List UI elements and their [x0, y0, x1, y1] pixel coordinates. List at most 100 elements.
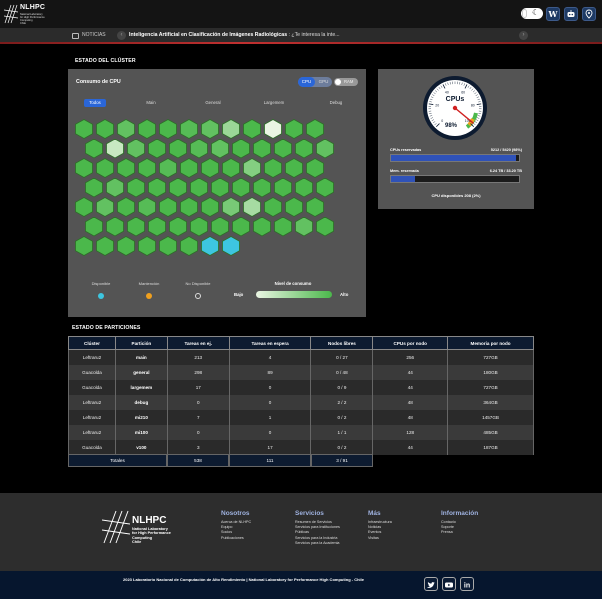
twitter-button[interactable] [424, 577, 438, 591]
node-hex[interactable] [96, 119, 114, 139]
theme-toggle[interactable]: ☾ [521, 8, 543, 19]
node-hex[interactable] [306, 158, 324, 178]
node-hex[interactable] [190, 138, 208, 159]
node-hex[interactable] [316, 138, 334, 159]
node-hex[interactable] [190, 216, 208, 237]
node-hex[interactable] [222, 158, 240, 178]
node-hex[interactable] [117, 119, 135, 139]
node-hex[interactable] [169, 216, 187, 237]
node-hex[interactable] [243, 197, 261, 217]
node-hex[interactable] [274, 138, 292, 159]
partition-tab-largemem[interactable]: Largemem [260, 99, 288, 107]
node-hex[interactable] [106, 177, 124, 198]
node-hex[interactable] [138, 119, 156, 139]
node-hex[interactable] [127, 177, 145, 198]
node-hex[interactable] [285, 119, 303, 139]
node-hex[interactable] [159, 158, 177, 178]
footer-link[interactable]: Publicaciones [221, 536, 251, 541]
node-hex[interactable] [75, 158, 93, 178]
partition-tab-todos[interactable]: Todos [84, 99, 106, 107]
node-hex[interactable] [222, 197, 240, 217]
node-hex[interactable] [169, 138, 187, 159]
node-hex[interactable] [138, 236, 156, 256]
node-hex[interactable] [201, 197, 219, 217]
nlhpc-logo[interactable]: NLHPC National Laboratory for High Perfo… [4, 3, 48, 25]
node-hex[interactable] [180, 236, 198, 256]
node-hex[interactable] [201, 236, 219, 256]
type-option-cpu[interactable]: CPU [298, 77, 315, 87]
node-hex[interactable] [148, 138, 166, 159]
node-hex[interactable] [285, 197, 303, 217]
partition-tab-general[interactable]: General [201, 99, 225, 107]
bot-button[interactable] [564, 7, 578, 21]
node-hex[interactable] [222, 236, 240, 256]
node-hex[interactable] [201, 119, 219, 139]
news-headline-link[interactable]: Inteligencia Artificial en Clasificación… [129, 32, 340, 38]
node-hex[interactable] [232, 216, 250, 237]
node-hex[interactable] [138, 197, 156, 217]
node-hex[interactable] [274, 216, 292, 237]
node-hex[interactable] [75, 119, 93, 139]
node-hex[interactable] [190, 177, 208, 198]
node-hex[interactable] [285, 158, 303, 178]
node-hex[interactable] [295, 138, 313, 159]
node-hex[interactable] [127, 216, 145, 237]
node-hex[interactable] [75, 197, 93, 217]
node-hex[interactable] [264, 119, 282, 139]
node-hex[interactable] [253, 138, 271, 159]
node-hex[interactable] [253, 216, 271, 237]
node-hex[interactable] [211, 216, 229, 237]
news-next-button[interactable]: › [519, 31, 528, 40]
node-hex[interactable] [85, 138, 103, 159]
partition-tab-debug[interactable]: Debug [324, 99, 348, 107]
node-hex[interactable] [96, 158, 114, 178]
node-hex[interactable] [96, 236, 114, 256]
node-hex[interactable] [75, 236, 93, 256]
youtube-button[interactable] [442, 577, 456, 591]
footer-link[interactable]: Prensa [441, 530, 478, 535]
node-hex[interactable] [316, 216, 334, 237]
node-hex[interactable] [169, 177, 187, 198]
node-hex[interactable] [264, 158, 282, 178]
node-hex[interactable] [253, 177, 271, 198]
node-hex[interactable] [117, 158, 135, 178]
node-hex[interactable] [243, 158, 261, 178]
node-hex[interactable] [159, 119, 177, 139]
node-hex[interactable] [180, 119, 198, 139]
node-hex[interactable] [117, 236, 135, 256]
node-hex[interactable] [138, 158, 156, 178]
location-button[interactable] [582, 7, 596, 21]
node-hex[interactable] [180, 158, 198, 178]
node-hex[interactable] [159, 197, 177, 217]
node-hex[interactable] [201, 158, 219, 178]
node-hex[interactable] [159, 236, 177, 256]
node-hex[interactable] [148, 216, 166, 237]
node-hex[interactable] [180, 197, 198, 217]
linkedin-button[interactable]: in [460, 577, 474, 591]
node-hex[interactable] [306, 197, 324, 217]
node-hex[interactable] [117, 197, 135, 217]
node-hex[interactable] [264, 197, 282, 217]
node-hex[interactable] [85, 216, 103, 237]
node-hex[interactable] [295, 177, 313, 198]
node-hex[interactable] [274, 177, 292, 198]
footer-link[interactable]: Servicios para la Academia [295, 541, 340, 546]
type-option-gpu[interactable]: GPU [315, 77, 332, 87]
node-hex[interactable] [232, 177, 250, 198]
node-hex[interactable] [127, 138, 145, 159]
node-hex[interactable] [85, 177, 103, 198]
partition-tab-main[interactable]: Main [140, 99, 162, 107]
news-prev-button[interactable]: ‹ [117, 31, 126, 40]
node-hex[interactable] [306, 119, 324, 139]
node-hex[interactable] [96, 197, 114, 217]
wiki-button[interactable]: W [546, 7, 560, 21]
node-hex[interactable] [243, 119, 261, 139]
node-hex[interactable] [295, 216, 313, 237]
node-hex[interactable] [222, 119, 240, 139]
node-hex[interactable] [211, 138, 229, 159]
node-hex[interactable] [106, 216, 124, 237]
node-hex[interactable] [316, 177, 334, 198]
node-hex[interactable] [211, 177, 229, 198]
ram-toggle[interactable]: RAM [334, 78, 358, 86]
footer-link[interactable]: Visitas [368, 536, 392, 541]
